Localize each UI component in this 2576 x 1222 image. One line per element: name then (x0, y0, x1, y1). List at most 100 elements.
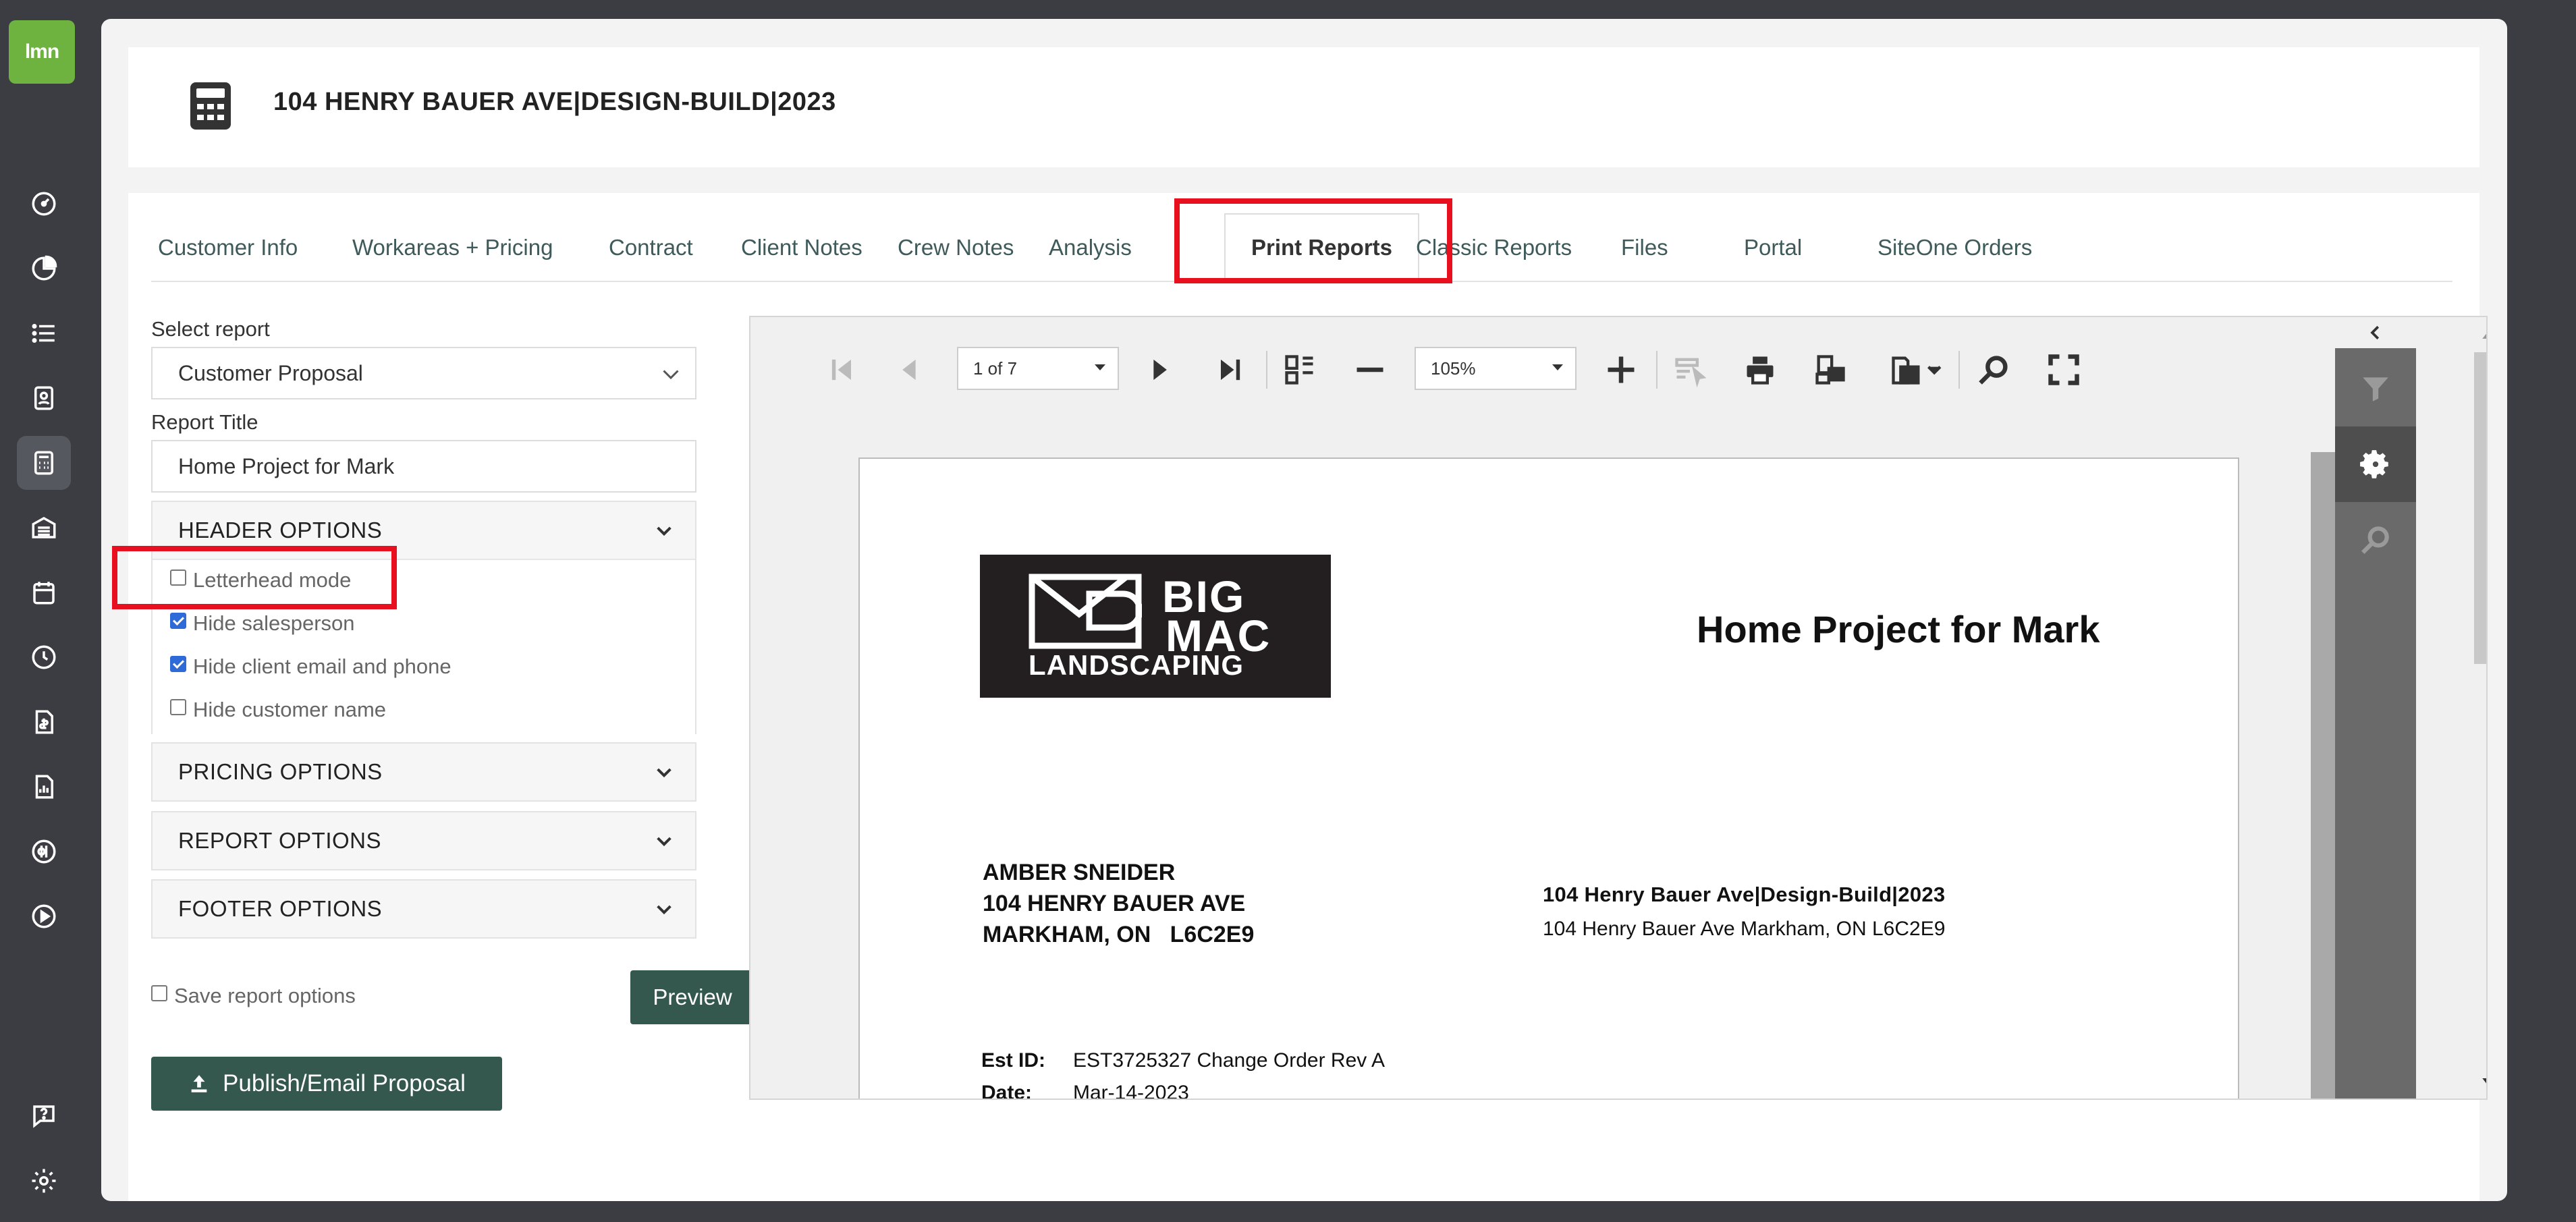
hide-client-email-checkbox[interactable] (170, 656, 186, 672)
logo-text: lmn (24, 40, 59, 63)
toolbar-divider (1266, 351, 1267, 389)
main-panel: 104 HENRY BAUER AVE|DESIGN-BUILD|2023 Cu… (101, 19, 2507, 1201)
list-icon[interactable] (17, 306, 71, 360)
filter-icon[interactable] (2335, 351, 2416, 426)
upload-icon (191, 1075, 207, 1092)
page-indicator: 1 of 7 (973, 358, 1018, 379)
customer-city: MARKHAM, ON L6C2E9 (983, 922, 1255, 947)
header-options-title: HEADER OPTIONS (178, 518, 383, 543)
tab-analysis[interactable]: Analysis (1049, 235, 1132, 260)
preview-button[interactable]: Preview (630, 970, 755, 1024)
document-title: Home Project for Mark (1697, 608, 2100, 650)
estimate-header: 104 HENRY BAUER AVE|DESIGN-BUILD|2023 (128, 47, 2479, 167)
est-id-value: EST3725327 Change Order Rev A (1073, 1049, 1385, 1072)
zoom-in-icon[interactable] (1601, 350, 1641, 390)
dashboard-icon[interactable] (17, 177, 71, 231)
logo-line-3: LANDSCAPING (1029, 649, 1244, 681)
highlight-editing-fields-icon[interactable] (1670, 350, 1710, 390)
highlight-box-letterhead-mode (112, 546, 397, 609)
play-icon[interactable] (17, 889, 71, 943)
viewer-side-panel (2335, 317, 2416, 1099)
select-report-value: Customer Proposal (178, 360, 363, 385)
prev-page-icon[interactable] (889, 350, 930, 390)
scroll-down-icon[interactable] (2478, 1072, 2488, 1092)
pricing-options-panel[interactable]: PRICING OPTIONS (151, 742, 696, 802)
big-mac-landscaping-logo: BIG MAC LANDSCAPING (980, 555, 1331, 698)
quickbooks-icon[interactable] (17, 825, 71, 879)
hide-client-email-label: Hide client email and phone (193, 655, 451, 678)
print-page-icon[interactable] (1810, 350, 1851, 390)
hide-customer-name-checkbox[interactable] (170, 699, 186, 715)
multipage-icon[interactable] (1280, 350, 1320, 390)
chart-pie-icon[interactable] (17, 242, 71, 296)
calendar-icon[interactable] (17, 565, 71, 619)
invoice-icon[interactable] (17, 695, 71, 749)
zoom-selector[interactable]: 105% (1415, 347, 1577, 390)
customer-street: 104 HENRY BAUER AVE (983, 891, 1246, 916)
tab-client-notes[interactable]: Client Notes (741, 235, 862, 260)
tab-workareas-pricing[interactable]: Workareas + Pricing (352, 235, 553, 260)
calculator-icon[interactable] (17, 436, 71, 490)
tab-customer-info[interactable]: Customer Info (158, 235, 298, 260)
page-scroll-strip (2311, 452, 2335, 1099)
pricing-options-title: PRICING OPTIONS (178, 759, 383, 784)
document-preview-area: BIG MAC LANDSCAPING Home Project for Mar… (750, 425, 2311, 1100)
date-value: Mar-14-2023 (1073, 1082, 1189, 1100)
fullscreen-icon[interactable] (2044, 350, 2084, 390)
publish-button-label: Publish/Email Proposal (223, 1070, 466, 1096)
page-title: 104 HENRY BAUER AVE|DESIGN-BUILD|2023 (273, 88, 836, 116)
report-icon[interactable] (17, 760, 71, 814)
footer-options-title: FOOTER OPTIONS (178, 896, 383, 921)
hide-salesperson-option[interactable]: Hide salesperson (170, 611, 355, 636)
print-icon[interactable] (1740, 350, 1780, 390)
date-label: Date: (981, 1082, 1033, 1100)
caret-down-icon (1552, 364, 1563, 370)
report-title-input[interactable]: Home Project for Mark (151, 440, 696, 493)
collapse-panel-toggle[interactable] (2335, 317, 2416, 348)
gear-icon[interactable] (2335, 426, 2416, 502)
hide-client-email-option[interactable]: Hide client email and phone (170, 655, 451, 679)
report-title-value: Home Project for Mark (178, 453, 395, 478)
lmn-logo[interactable]: lmn (9, 20, 75, 84)
customer-address-block: AMBER SNEIDER 104 HENRY BAUER AVE MARKHA… (983, 857, 1254, 950)
search-icon[interactable] (1973, 350, 2014, 390)
report-options-panel[interactable]: REPORT OPTIONS (151, 811, 696, 870)
select-report-label: Select report (151, 317, 270, 341)
next-page-icon[interactable] (1139, 350, 1180, 390)
zoom-value: 105% (1431, 358, 1476, 379)
settings-icon[interactable] (17, 1154, 71, 1208)
select-report-dropdown[interactable]: Customer Proposal (151, 347, 696, 399)
tab-files[interactable]: Files (1621, 235, 1668, 260)
tab-crew-notes[interactable]: Crew Notes (898, 235, 1014, 260)
scrollbar-thumb[interactable] (2474, 352, 2486, 664)
page-selector[interactable]: 1 of 7 (957, 347, 1119, 390)
footer-options-panel[interactable]: FOOTER OPTIONS (151, 879, 696, 939)
publish-email-proposal-button[interactable]: Publish/Email Proposal (151, 1057, 502, 1111)
hide-salesperson-checkbox[interactable] (170, 613, 186, 629)
hide-customer-name-option[interactable]: Hide customer name (170, 698, 386, 722)
last-page-icon[interactable] (1209, 350, 1250, 390)
contact-card-icon[interactable] (17, 371, 71, 425)
scroll-up-icon[interactable] (2478, 325, 2488, 345)
tab-portal[interactable]: Portal (1744, 235, 1802, 260)
save-report-options-checkbox[interactable] (151, 985, 167, 1001)
tab-contract[interactable]: Contract (609, 235, 693, 260)
tab-siteone-orders[interactable]: SiteOne Orders (1878, 235, 2032, 260)
save-report-options[interactable]: Save report options (151, 984, 356, 1008)
first-page-icon[interactable] (822, 350, 862, 390)
chevron-down-icon (657, 905, 672, 915)
print-reports-card: Customer Info Workareas + Pricing Contra… (112, 193, 2488, 1201)
help-icon[interactable] (17, 1089, 71, 1143)
toolbar-divider (1958, 351, 1960, 389)
warehouse-icon[interactable] (17, 501, 71, 555)
clock-icon[interactable] (17, 630, 71, 684)
report-viewer: 1 of 7 105% BIG MAC LANDSCAPING Home Pro… (749, 316, 2488, 1100)
chevron-down-icon (657, 837, 672, 847)
export-icon[interactable] (1882, 350, 1949, 390)
zoom-out-icon[interactable] (1350, 350, 1390, 390)
search-icon[interactable] (2335, 502, 2416, 578)
viewer-scrollbar[interactable] (2416, 317, 2488, 1099)
est-id-label: Est ID: (981, 1049, 1046, 1072)
report-options-title: REPORT OPTIONS (178, 828, 382, 853)
project-address: 104 Henry Bauer Ave Markham, ON L6C2E9 (1543, 918, 1946, 940)
